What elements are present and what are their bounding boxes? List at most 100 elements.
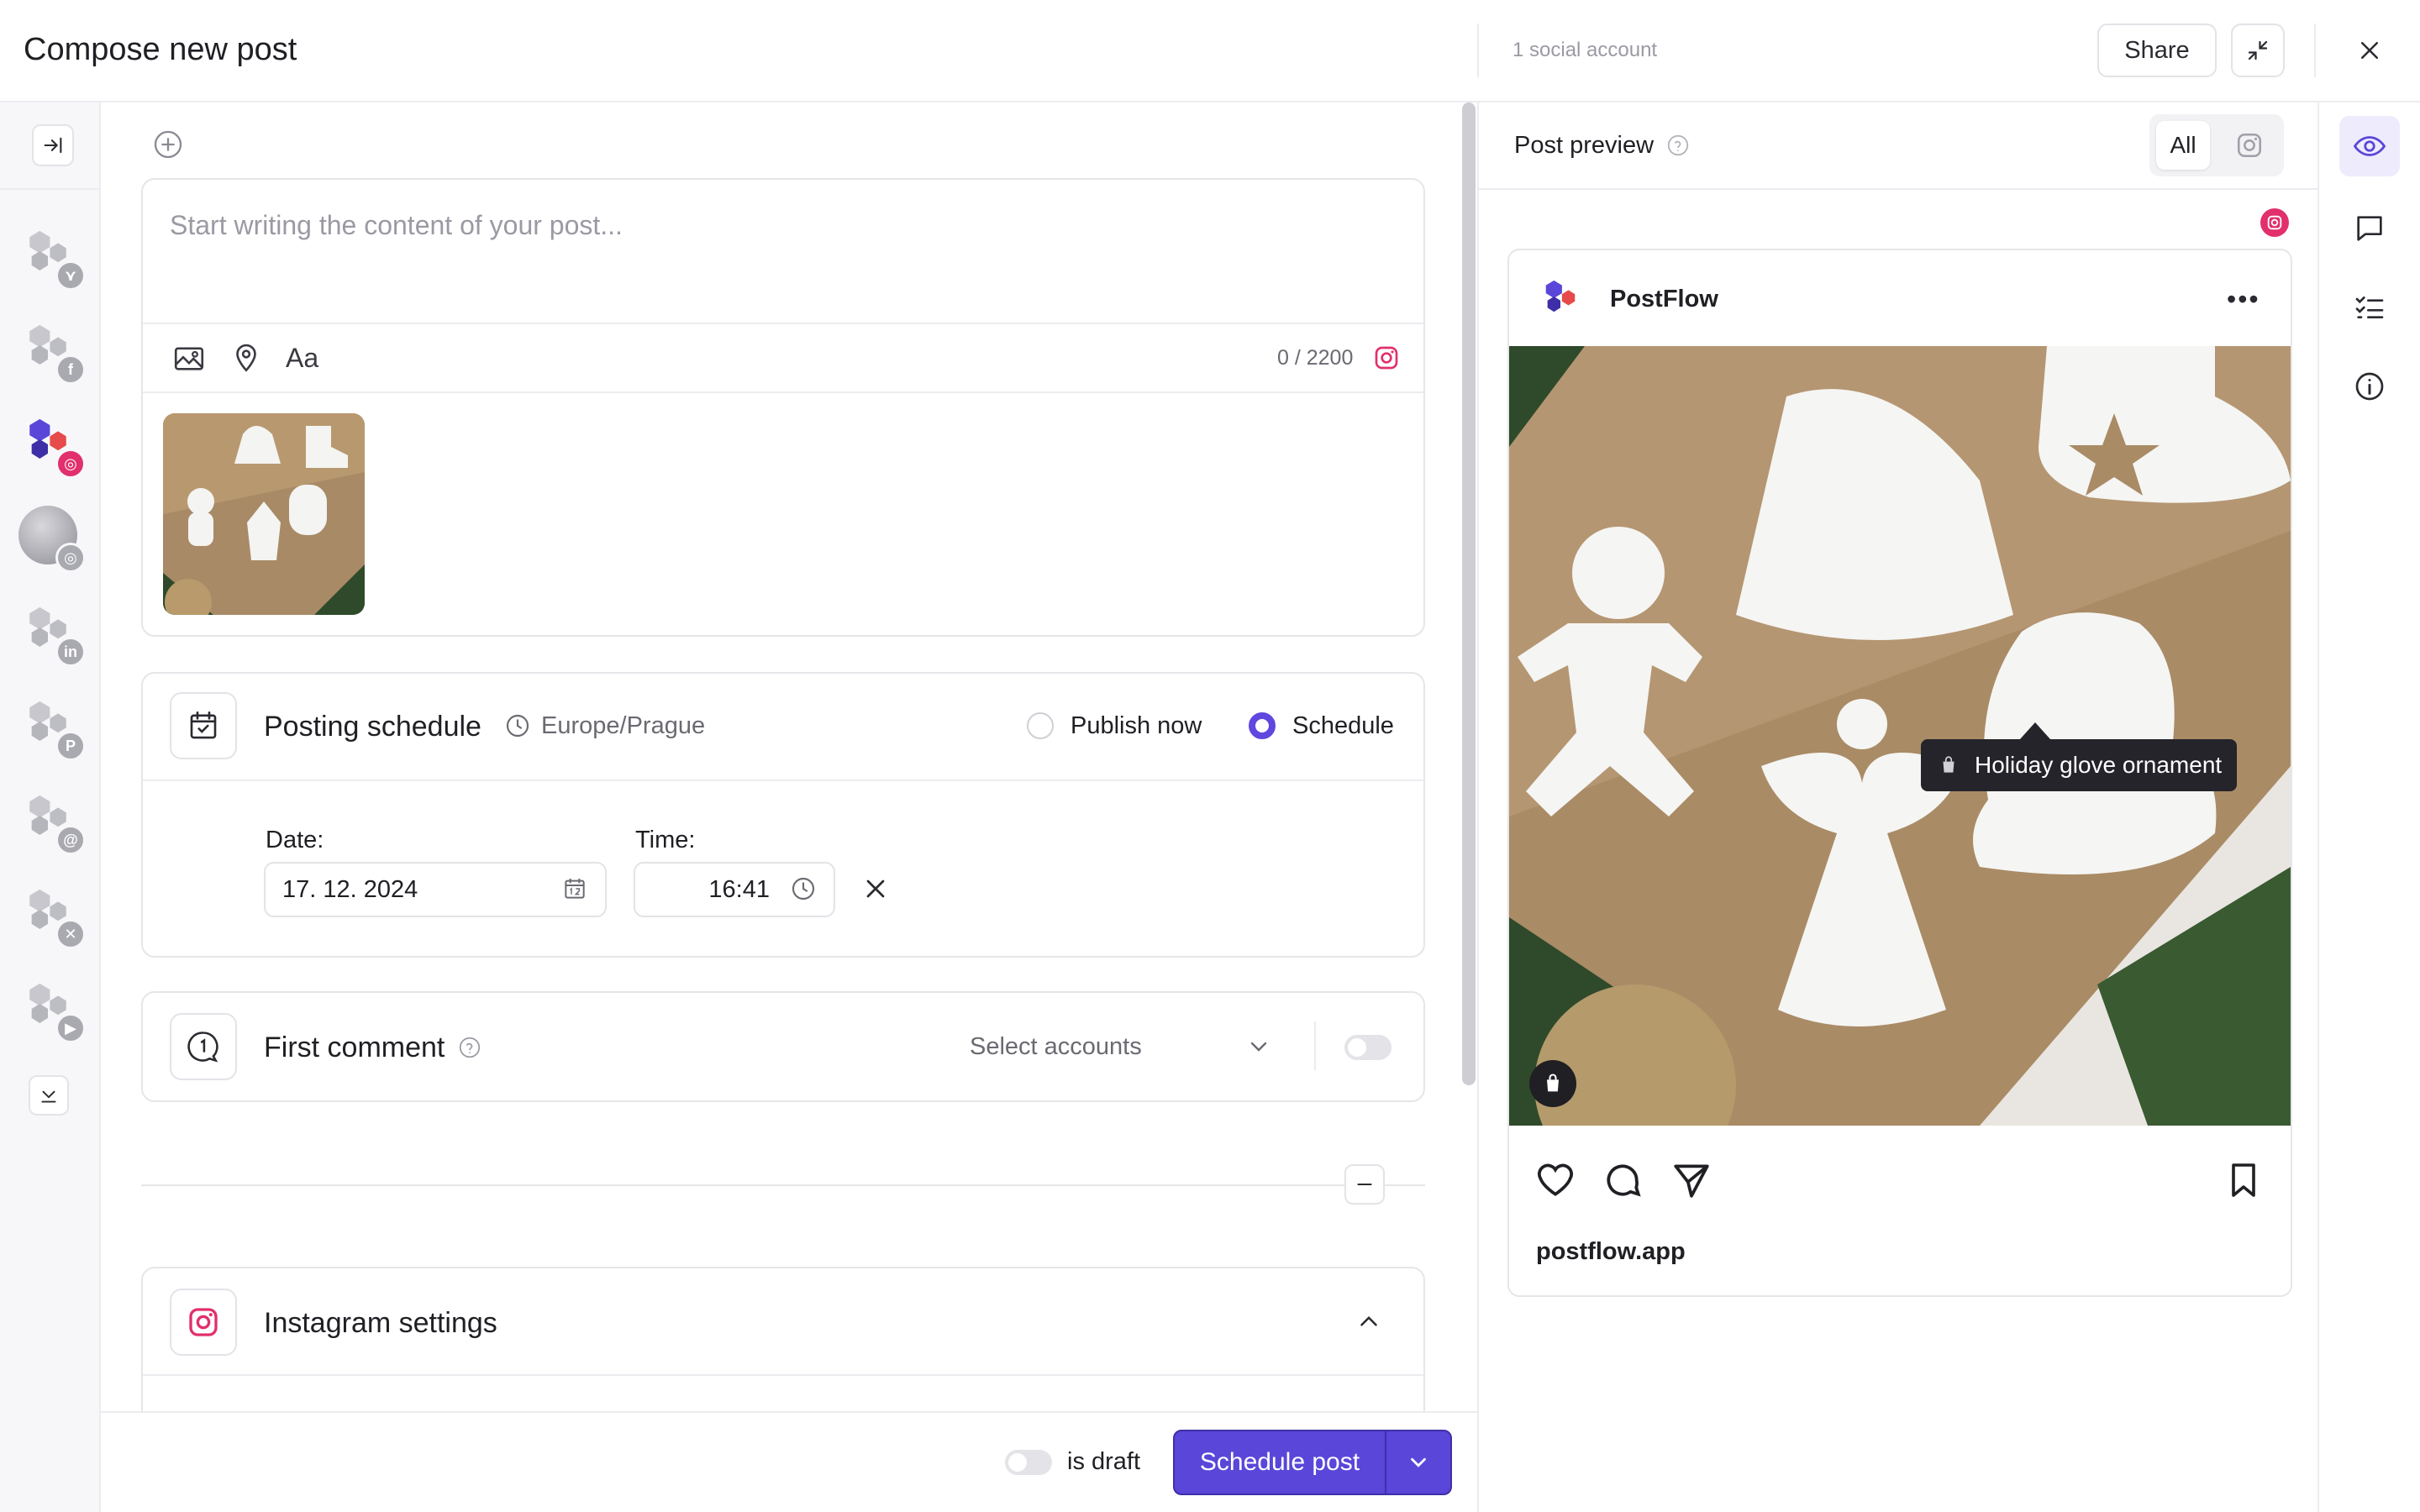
comment-button[interactable]	[1602, 1159, 1644, 1205]
shopping-bag-icon	[1547, 1074, 1559, 1092]
expand-sidebar-button[interactable]	[32, 124, 74, 166]
threads-icon: @	[55, 825, 86, 855]
calendar-icon-box	[170, 692, 237, 759]
shrink-icon	[2248, 40, 2268, 60]
shop-tags-button[interactable]	[1529, 1060, 1576, 1107]
post-content-input[interactable]: Start writing the content of your post..…	[170, 210, 623, 241]
account-threads[interactable]: @	[18, 788, 86, 855]
select-accounts-dropdown[interactable]: Select accounts	[970, 1033, 1142, 1061]
play-icon: ▶	[55, 1013, 86, 1043]
posting-schedule-title: Posting schedule	[264, 711, 481, 743]
post-image[interactable]	[1509, 346, 2291, 1126]
schedule-radio[interactable]	[1249, 712, 1276, 739]
timezone-selector[interactable]: Europe/Prague	[541, 712, 705, 740]
text-format-button[interactable]: Aa	[286, 343, 318, 374]
draft-toggle[interactable]	[1005, 1450, 1052, 1475]
checklist-button[interactable]	[2339, 277, 2400, 338]
first-comment-toggle[interactable]	[1344, 1035, 1392, 1060]
schedule-post-button[interactable]: Schedule post	[1175, 1431, 1386, 1494]
tag-tooltip-arrow	[2020, 722, 2050, 739]
eye-icon	[2353, 136, 2386, 156]
close-icon	[2361, 42, 2378, 59]
comment-icon-box	[170, 1013, 237, 1080]
schedule-options-button[interactable]	[1386, 1431, 1450, 1494]
instagram-icon	[2267, 215, 2282, 230]
share-post-button[interactable]	[1670, 1159, 1712, 1205]
publish-now-radio[interactable]	[1027, 712, 1054, 739]
instagram-icon: ◎	[55, 543, 86, 573]
header-divider-2	[2314, 24, 2316, 77]
comments-button[interactable]	[2339, 198, 2400, 259]
instagram-icon	[189, 1308, 218, 1336]
header-divider	[1477, 24, 1479, 77]
schedule-divider	[143, 780, 1423, 781]
account-facebook[interactable]: f	[18, 318, 86, 385]
collapse-window-button[interactable]	[2231, 24, 2285, 77]
heart-icon	[1538, 1163, 1573, 1196]
date-label: Date:	[266, 827, 324, 853]
info-icon	[2355, 372, 2384, 401]
add-media-button[interactable]	[171, 341, 207, 381]
ornaments-photo	[1509, 346, 2291, 1126]
more-options-icon[interactable]: •••	[2227, 284, 2260, 315]
editor-divider	[143, 323, 1423, 324]
schedule-label[interactable]: Schedule	[1292, 712, 1394, 740]
collapse-section-button[interactable]	[1344, 1164, 1385, 1205]
close-button[interactable]	[2344, 25, 2395, 76]
save-post-button[interactable]	[2223, 1159, 2264, 1205]
help-icon[interactable]	[1665, 133, 1691, 162]
media-thumbnail[interactable]	[163, 413, 365, 615]
help-icon[interactable]	[457, 1035, 482, 1064]
editor-divider-2	[143, 391, 1423, 393]
preview-toggle-button[interactable]	[2339, 116, 2400, 176]
section-separator	[141, 1184, 1425, 1186]
share-button[interactable]: Share	[2097, 24, 2217, 77]
product-tag-label: Holiday glove ornament	[1975, 752, 2223, 778]
editor-scrollbar[interactable]	[1462, 102, 1476, 1085]
first-comment-title: First comment	[264, 1032, 445, 1063]
account-bluesky[interactable]: ⋎	[18, 223, 86, 291]
chevron-down-icon	[41, 1090, 56, 1103]
instagram-icon-box	[170, 1289, 237, 1356]
instagram-settings-toggle[interactable]	[1355, 1307, 1383, 1340]
like-button[interactable]	[1534, 1159, 1576, 1205]
publish-now-label[interactable]: Publish now	[1071, 712, 1202, 740]
date-input[interactable]: 17. 12. 2024	[264, 862, 607, 917]
account-youtube[interactable]: ▶	[18, 976, 86, 1043]
account-instagram[interactable]: ◎	[18, 412, 86, 479]
x-icon: ✕	[55, 919, 86, 949]
more-accounts-button[interactable]	[29, 1075, 69, 1116]
minus-icon	[1357, 1184, 1372, 1185]
chevron-down-icon[interactable]	[1245, 1033, 1272, 1064]
product-tag[interactable]: Holiday glove ornament	[1921, 739, 2238, 791]
account-linkedin[interactable]: in	[18, 600, 86, 667]
character-counter: 0 / 2200	[1277, 346, 1354, 370]
add-block-button[interactable]	[151, 128, 185, 161]
clear-schedule-button[interactable]	[860, 874, 891, 908]
instagram-icon: ◎	[55, 449, 86, 479]
date-value: 17. 12. 2024	[282, 875, 418, 903]
clock-icon	[504, 712, 531, 743]
instagram-network-badge	[2260, 208, 2289, 237]
image-icon	[174, 347, 204, 370]
page-title: Compose new post	[24, 32, 297, 67]
instagram-icon	[1373, 344, 1400, 375]
linkedin-icon: in	[55, 637, 86, 667]
account-x[interactable]: ✕	[18, 882, 86, 949]
post-account-name: PostFlow	[1610, 286, 1718, 312]
tab-instagram[interactable]	[2235, 131, 2264, 164]
tab-all[interactable]: All	[2156, 121, 2210, 170]
expand-right-icon	[44, 137, 62, 154]
info-button[interactable]	[2339, 356, 2400, 417]
postflow-logo	[1541, 277, 1580, 320]
top-bar	[0, 0, 2420, 102]
post-website: postflow.app	[1536, 1238, 1686, 1265]
account-instagram-avatar[interactable]: ◎	[18, 506, 86, 573]
pinterest-icon: P	[55, 731, 86, 761]
account-pinterest[interactable]: P	[18, 694, 86, 761]
clock-icon[interactable]	[790, 875, 817, 906]
add-location-button[interactable]	[229, 339, 264, 379]
facebook-icon: f	[55, 354, 86, 385]
instagram-icon	[2237, 133, 2262, 158]
calendar-icon[interactable]	[561, 875, 588, 906]
